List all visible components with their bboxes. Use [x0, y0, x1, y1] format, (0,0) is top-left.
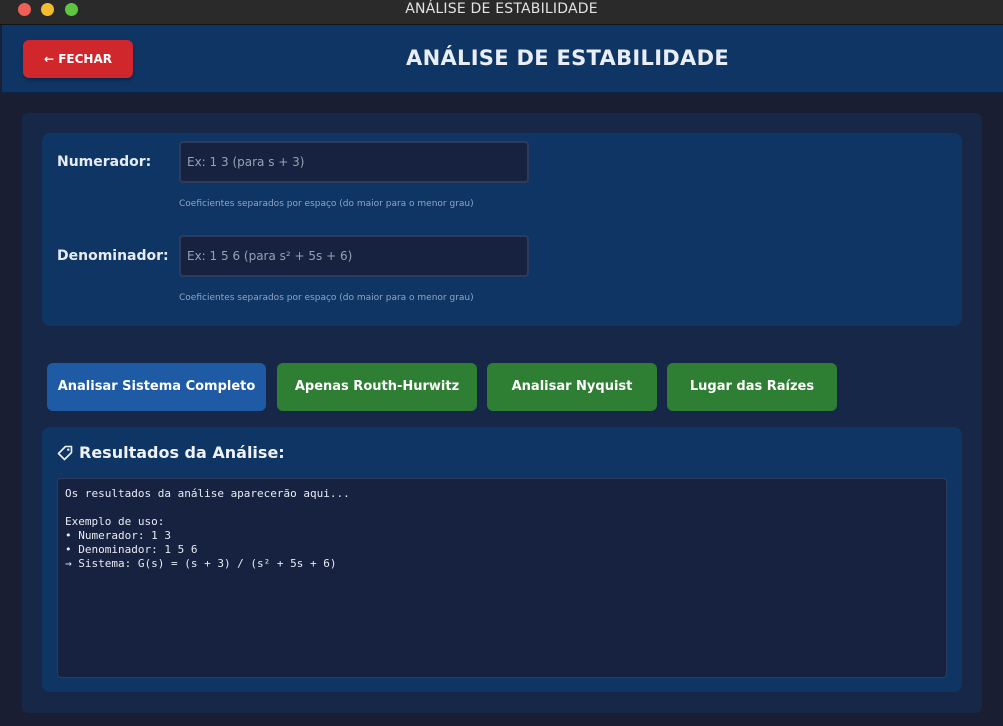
analyze-full-button[interactable]: Analisar Sistema Completo: [47, 363, 266, 411]
numerator-input[interactable]: [179, 141, 529, 183]
app-header: ← FECHAR ANÁLISE DE ESTABILIDADE: [2, 25, 1003, 93]
window-title: ANÁLISE DE ESTABILIDADE: [405, 1, 598, 17]
app-window: ANÁLISE DE ESTABILIDADE ← FECHAR ANÁLISE…: [0, 0, 1003, 726]
page-title: ANÁLISE DE ESTABILIDADE: [406, 46, 729, 70]
results-output[interactable]: Os resultados da análise aparecerão aqui…: [57, 478, 947, 678]
denominator-label: Denominador:: [57, 248, 169, 264]
denominator-hint: Coeficientes separados por espaço (do ma…: [179, 293, 474, 303]
nyquist-button[interactable]: Analisar Nyquist: [487, 363, 657, 411]
title-bar: ANÁLISE DE ESTABILIDADE: [0, 0, 1003, 25]
close-button[interactable]: ← FECHAR: [23, 40, 133, 78]
results-card: Resultados da Análise: Os resultados da …: [42, 427, 962, 692]
numerator-hint: Coeficientes separados por espaço (do ma…: [179, 199, 474, 209]
tag-icon: [57, 445, 73, 461]
routh-hurwitz-button[interactable]: Apenas Routh-Hurwitz: [277, 363, 477, 411]
results-title: Resultados da Análise:: [79, 443, 285, 462]
root-locus-button[interactable]: Lugar das Raízes: [667, 363, 837, 411]
denominator-input[interactable]: [179, 235, 529, 277]
results-heading: Resultados da Análise:: [57, 443, 285, 462]
input-card: Numerador: Coeficientes separados por es…: [42, 133, 962, 326]
main-panel: Numerador: Coeficientes separados por es…: [22, 113, 982, 713]
numerator-label: Numerador:: [57, 154, 152, 170]
